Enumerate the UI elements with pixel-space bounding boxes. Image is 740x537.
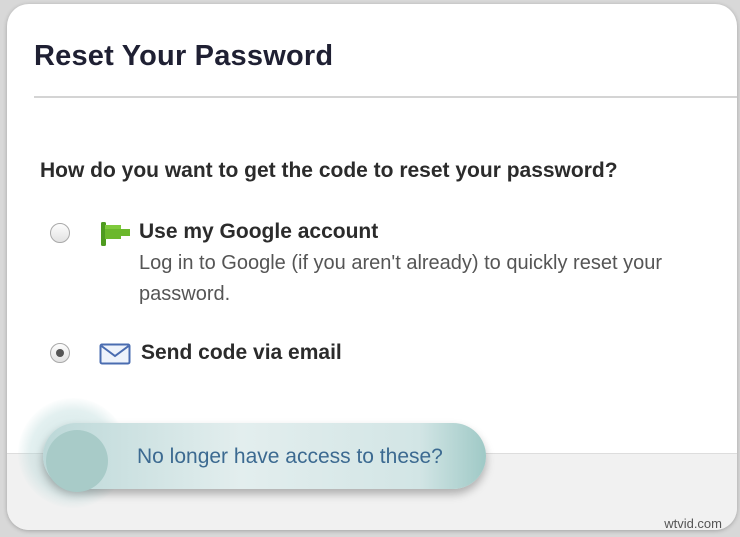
reset-question: How do you want to get the code to reset…: [40, 159, 618, 182]
watermark: wtvid.com: [664, 516, 722, 531]
no-access-link[interactable]: No longer have access to these?: [137, 445, 443, 469]
google-account-radio[interactable]: [50, 223, 70, 243]
google-account-description: Log in to Google (if you aren't already)…: [139, 252, 662, 305]
google-account-label: Use my Google account: [139, 220, 379, 243]
dialog-title: Reset Your Password: [34, 40, 334, 72]
envelope-icon: [99, 343, 131, 370]
title-divider: [34, 96, 737, 98]
google-flag-icon: [99, 220, 133, 253]
screen: Reset Your Password How do you want to g…: [0, 0, 740, 537]
email-radio[interactable]: [50, 343, 70, 363]
click-indicator: [46, 430, 108, 492]
email-label: Send code via email: [141, 341, 342, 364]
